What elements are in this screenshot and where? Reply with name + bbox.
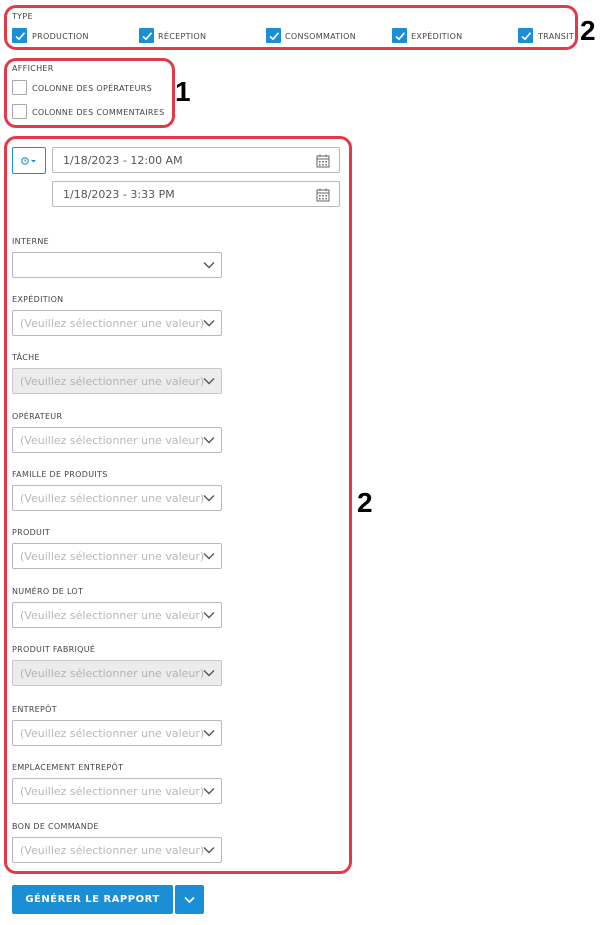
- annotation-box-afficher: [4, 58, 175, 128]
- annotation-number: 2: [357, 487, 373, 518]
- generate-report-button[interactable]: GÉNÉRER LE RAPPORT: [12, 885, 173, 914]
- chevron-down-icon: [184, 896, 195, 904]
- annotation-number: 1: [175, 76, 191, 107]
- annotation-box-type: [4, 5, 578, 50]
- generate-options-button[interactable]: [175, 885, 204, 914]
- annotation-box-filters: [4, 136, 352, 874]
- annotation-number: 2: [580, 15, 596, 46]
